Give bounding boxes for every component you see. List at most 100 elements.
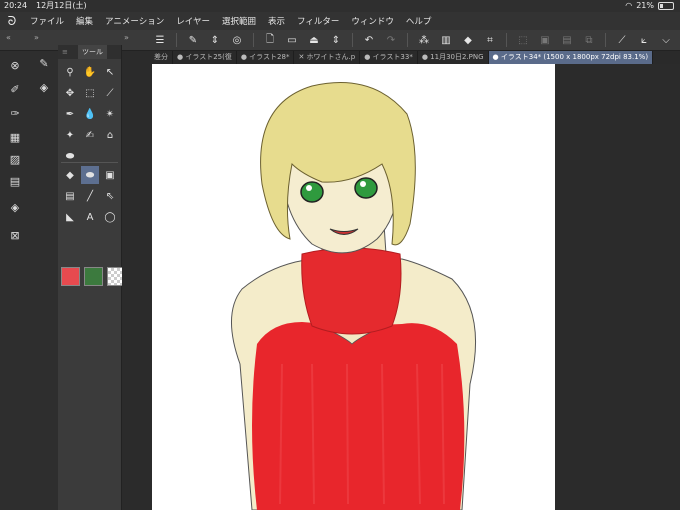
- layer-property-icon[interactable]: ▦: [7, 129, 23, 145]
- document-tab[interactable]: ● 11月30日2.PNG: [418, 51, 489, 64]
- save-icon[interactable]: ⏏: [306, 32, 322, 48]
- lasso-icon[interactable]: ⁂: [416, 32, 432, 48]
- command-icons: ☰ ✎ ⇕ ◎ 🗋 ▭ ⏏ ⇕ ↶ ↷ ⁂ ▥ ◆ ⌗ ⬚ ▣ ▤ ⧉ ⟋ ⟀ …: [152, 32, 680, 48]
- battery-icon: [658, 2, 674, 10]
- text-tool-icon[interactable]: A: [81, 208, 99, 226]
- menu-animation[interactable]: アニメーション: [99, 15, 170, 27]
- blend-tool-icon[interactable]: 💧: [81, 105, 99, 123]
- balloon-tool-icon[interactable]: ◯: [101, 208, 119, 226]
- layer-stack-icon[interactable]: ◈: [36, 79, 52, 95]
- status-date: 12月12日(土): [36, 1, 87, 10]
- toolbar-separator: [176, 33, 177, 47]
- select-object-icon[interactable]: ↖: [101, 63, 119, 81]
- canvas-icon[interactable]: ◎: [229, 32, 245, 48]
- stepper-icon-2[interactable]: ⇕: [328, 32, 344, 48]
- toolbar-separator: [506, 33, 507, 47]
- frame-tool-icon[interactable]: ▤: [61, 187, 79, 205]
- hamburger-menu-icon[interactable]: ☰: [152, 32, 168, 48]
- pen-settings-icon[interactable]: ⌵: [658, 32, 674, 48]
- menu-filter[interactable]: フィルター: [291, 15, 345, 27]
- eyedropper-icon[interactable]: ⟋: [101, 84, 119, 102]
- toolbar-separator: [253, 33, 254, 47]
- tool-divider: [61, 162, 118, 163]
- right-eye-highlight: [360, 181, 366, 187]
- document-tab[interactable]: ● イラスト33*: [360, 51, 418, 64]
- menu-edit[interactable]: 編集: [70, 15, 99, 27]
- brush-tool-icon[interactable]: ⌂: [101, 126, 119, 144]
- toolbar-separator: [352, 33, 353, 47]
- ruler-icon[interactable]: ⟋: [614, 32, 630, 48]
- document-tab[interactable]: ● イラスト25(復: [173, 51, 237, 64]
- document-tab[interactable]: 差分: [150, 51, 173, 64]
- menu-bar: ᘐ ファイル 編集 アニメーション レイヤー 選択範囲 表示 フィルター ウィン…: [0, 12, 680, 30]
- artwork: [231, 82, 476, 510]
- fill-icon[interactable]: ◆: [460, 32, 476, 48]
- left-eye: [300, 181, 324, 203]
- decoration-icon[interactable]: ✦: [61, 126, 79, 144]
- collapse-right-icon[interactable]: »: [34, 33, 39, 42]
- status-time: 20:24: [4, 1, 28, 10]
- stepper-icon[interactable]: ⇕: [207, 32, 223, 48]
- document-tab[interactable]: ● イラスト28*: [237, 51, 295, 64]
- document-tab[interactable]: ● イラスト34* (1500 x 1800px 72dpi 83.1%): [488, 51, 654, 64]
- line-tool-icon[interactable]: ╱: [81, 187, 99, 205]
- ruler-tool-icon[interactable]: ◣: [61, 208, 79, 226]
- sub-tool-icon[interactable]: ✐: [7, 81, 23, 97]
- marquee-tool-icon[interactable]: ⬚: [81, 84, 99, 102]
- battery-percent: 21%: [636, 1, 654, 10]
- deselect-icon[interactable]: ⬚: [515, 32, 531, 48]
- brush-icon[interactable]: ✑: [7, 105, 23, 121]
- transform-icon[interactable]: ⧉: [581, 32, 597, 48]
- close-panel-icon[interactable]: ⊠: [7, 227, 23, 243]
- operation-tool-icon[interactable]: ⇖: [101, 187, 119, 205]
- brush-size-icon[interactable]: ✎: [185, 32, 201, 48]
- menu-view[interactable]: 表示: [262, 15, 291, 27]
- new-file-icon[interactable]: 🗋: [262, 32, 278, 48]
- move-tool-icon[interactable]: ✥: [61, 84, 79, 102]
- tool-panel-header: ≡ ツール: [58, 45, 121, 59]
- menu-selection[interactable]: 選択範囲: [216, 15, 262, 27]
- invert-icon[interactable]: ▣: [537, 32, 553, 48]
- app-logo-icon[interactable]: ᘐ: [0, 14, 24, 29]
- canvas[interactable]: [152, 64, 555, 510]
- status-right: ◠ 21%: [625, 0, 674, 12]
- zoom-tool-icon[interactable]: ⚲: [61, 63, 79, 81]
- clear-layer-icon[interactable]: ▥: [438, 32, 454, 48]
- hand-tool-icon[interactable]: ✋: [81, 63, 99, 81]
- secondary-rail: ✎ ◈: [30, 51, 58, 510]
- magic-wand-icon[interactable]: ✴: [101, 105, 119, 123]
- tool-panel: ≡ ツール ⚲ ✋ ↖ ✥ ⬚ ⟋ ✒ 💧 ✴ ✦ ✍ ⌂ ⬬ ◆ ⬬ ▣ ▤ …: [58, 45, 126, 510]
- menu-help[interactable]: ヘルプ: [400, 15, 438, 27]
- eraser-tool-selected-icon[interactable]: ⬬: [81, 166, 99, 184]
- selection-icon[interactable]: ▤: [559, 32, 575, 48]
- crop-icon[interactable]: ⌗: [482, 32, 498, 48]
- tool-settings-icon[interactable]: ✎: [36, 55, 52, 71]
- drag-handle-icon[interactable]: ≡: [62, 45, 68, 59]
- snap-icon[interactable]: ⟀: [636, 32, 652, 48]
- menu-layer[interactable]: レイヤー: [170, 15, 216, 27]
- redo-icon[interactable]: ↷: [383, 32, 399, 48]
- collapse-panel-icon[interactable]: »: [124, 33, 129, 42]
- ios-status-bar: 20:24 12月12日(土) ◠ 21%: [0, 0, 680, 12]
- document-tab[interactable]: ✕ ホワイトさん.p: [294, 51, 361, 64]
- layers-icon[interactable]: ◈: [7, 199, 23, 215]
- color-set-icon[interactable]: ▨: [7, 151, 23, 167]
- document-tabs: 差分 ● イラスト25(復 ● イラスト28* ✕ ホワイトさん.p ● イラスト33*…: [150, 51, 680, 64]
- tool-panel-title: ツール: [78, 45, 107, 59]
- main-color-swatch[interactable]: [61, 267, 80, 286]
- toolbar-separator: [605, 33, 606, 47]
- sub-color-swatch[interactable]: [84, 267, 103, 286]
- collapse-left-icon[interactable]: «: [6, 33, 11, 42]
- pen-tool-icon[interactable]: ✒: [61, 105, 79, 123]
- open-folder-icon[interactable]: ▭: [284, 32, 300, 48]
- menu-file[interactable]: ファイル: [24, 15, 70, 27]
- undo-icon[interactable]: ↶: [361, 32, 377, 48]
- right-eye: [354, 177, 378, 199]
- gradient-tool-icon[interactable]: ▣: [101, 166, 119, 184]
- wifi-icon: ◠: [625, 1, 633, 10]
- material-icon[interactable]: ▤: [7, 173, 23, 189]
- fill-tool-icon[interactable]: ◆: [61, 166, 79, 184]
- airbrush-icon[interactable]: ✍: [81, 126, 99, 144]
- menu-window[interactable]: ウィンドウ: [345, 15, 400, 27]
- navigator-icon[interactable]: ⊗: [7, 57, 23, 73]
